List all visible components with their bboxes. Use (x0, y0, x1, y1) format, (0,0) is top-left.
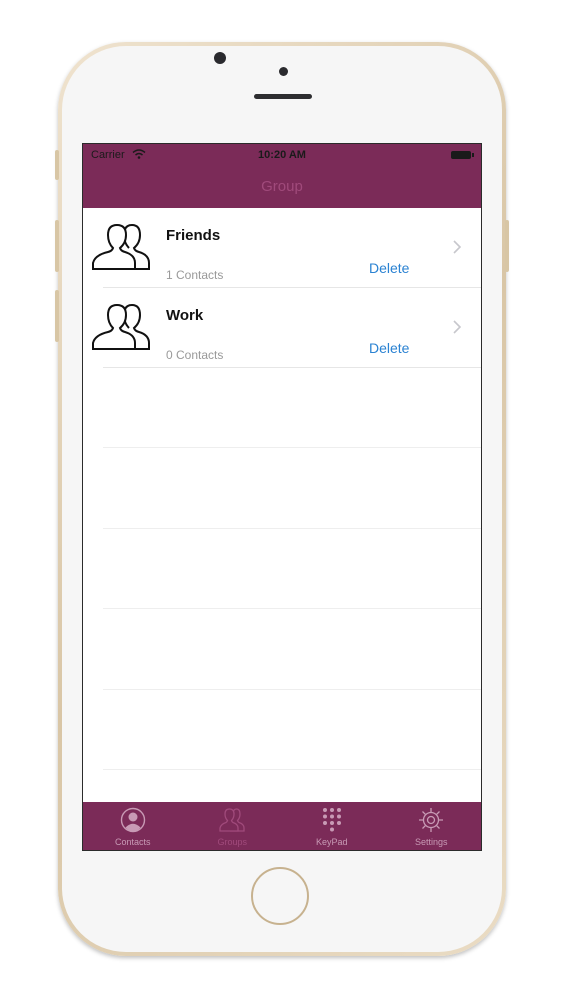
contact-count: 1 Contacts (166, 268, 224, 282)
chevron-right-icon (453, 240, 461, 254)
tab-label: KeyPad (315, 837, 348, 847)
volume-down-button (55, 290, 59, 342)
status-time: 10:20 AM (258, 149, 306, 161)
tab-bar: Contacts Groups KeyPad Settings (83, 802, 481, 850)
group-icon (92, 303, 150, 350)
empty-row-divider (103, 689, 481, 690)
front-camera (214, 52, 226, 64)
tab-label: Groups (217, 837, 247, 847)
tab-groups[interactable]: Groups (183, 802, 283, 850)
empty-row-divider (103, 528, 481, 529)
group-name: Work (166, 307, 204, 324)
page-title: Group (261, 178, 303, 195)
power-button (505, 220, 509, 272)
app-screen: Carrier 10:20 AM Group Friends 1 Contact… (82, 143, 482, 851)
group-icon (92, 223, 150, 270)
tab-label: Contacts (114, 837, 151, 847)
home-button[interactable] (251, 867, 309, 925)
tab-contacts[interactable]: Contacts (83, 802, 183, 850)
keypad-icon (322, 808, 341, 832)
earpiece-speaker (254, 94, 312, 99)
tab-settings[interactable]: Settings (382, 802, 482, 850)
navigation-bar: Group (83, 166, 481, 208)
contact-icon (120, 807, 145, 833)
contact-count: 0 Contacts (166, 348, 224, 362)
group-row-friends[interactable]: Friends 1 Contacts Delete (83, 208, 481, 288)
delete-button[interactable]: Delete (369, 260, 409, 276)
empty-row-divider (103, 769, 481, 770)
volume-up-button (55, 220, 59, 272)
tab-keypad[interactable]: KeyPad (282, 802, 382, 850)
mute-switch (55, 150, 59, 180)
battery-icon (451, 151, 474, 159)
delete-button[interactable]: Delete (369, 340, 409, 356)
row-divider (103, 367, 481, 368)
tab-label: Settings (414, 837, 448, 847)
status-bar: Carrier 10:20 AM (83, 144, 481, 166)
empty-row-divider (103, 447, 481, 448)
proximity-sensor (279, 67, 288, 76)
gear-icon (419, 808, 444, 832)
group-row-work[interactable]: Work 0 Contacts Delete (83, 288, 481, 368)
chevron-right-icon (453, 320, 461, 334)
group-icon (219, 808, 245, 832)
group-name: Friends (166, 227, 221, 244)
empty-row-divider (103, 608, 481, 609)
